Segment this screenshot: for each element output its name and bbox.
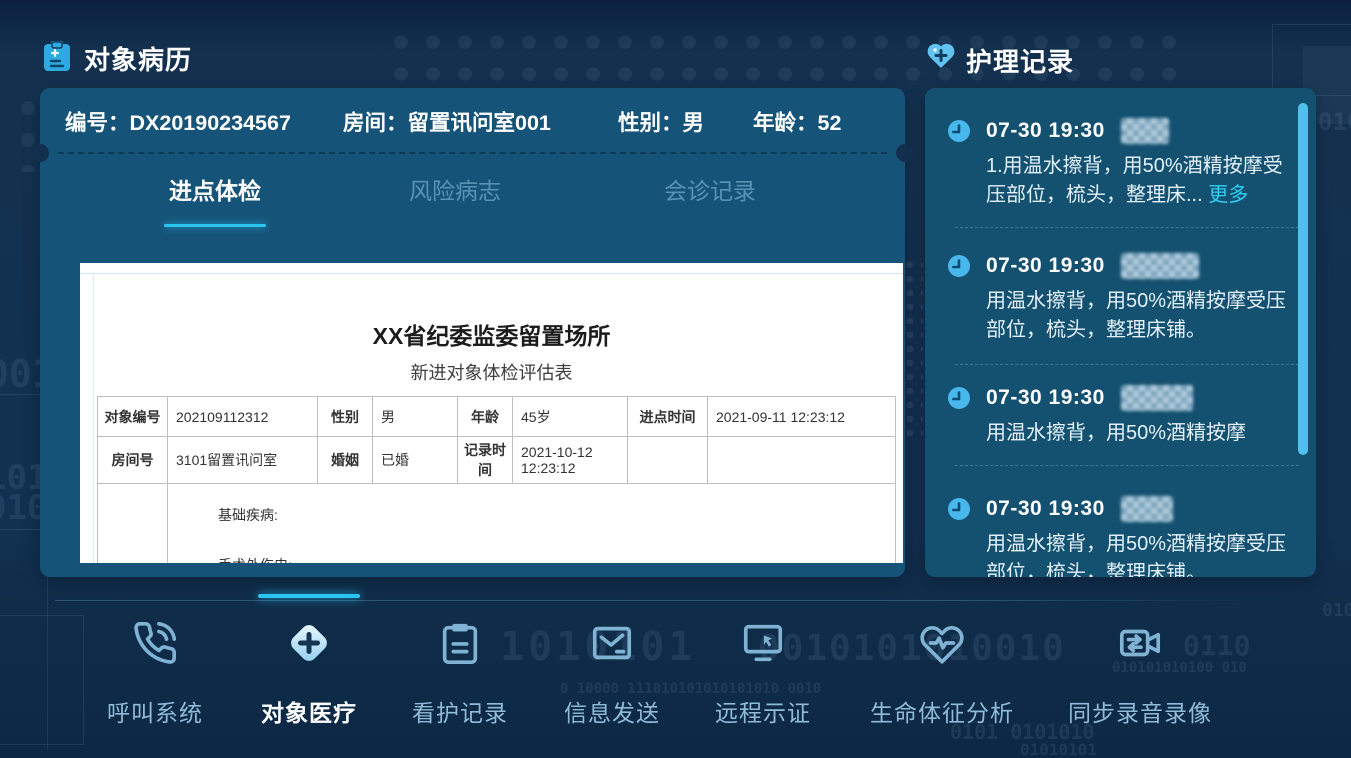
nav-item-sync-av-recording[interactable]: 同步录音录像 xyxy=(1025,614,1255,728)
masked-nurse-name xyxy=(1121,253,1199,279)
record-text: 1.用温水擦背，用50%酒精按摩受压部位，梳头，整理床... 更多 xyxy=(986,152,1296,209)
nursing-panel-title: 护理记录 xyxy=(966,42,1074,79)
active-nav-indicator xyxy=(258,594,360,598)
cell-value: 45岁 xyxy=(513,397,628,437)
cell-label: 记录时间 xyxy=(458,437,513,484)
masked-nurse-name xyxy=(1121,118,1169,144)
subject-room: 房间：留置讯问室001 xyxy=(343,106,551,137)
cell-value: 202109112312 xyxy=(168,397,318,437)
table-row: 基础疾病: 手术外伤史: xyxy=(98,484,896,564)
ticket-notch xyxy=(896,144,914,162)
cell-value: 2021-09-11 12:23:12 xyxy=(708,397,896,437)
cell-value xyxy=(708,437,896,484)
cell-value: 男 xyxy=(373,397,458,437)
ticket-notch xyxy=(31,144,49,162)
cell-label: 对象编号 xyxy=(98,397,168,437)
clock-icon xyxy=(947,497,971,521)
clock-icon xyxy=(947,386,971,410)
binary-digits: 01010101 xyxy=(1020,740,1097,758)
record-timestamp: 07-30 19:30 xyxy=(986,119,1105,143)
record-divider xyxy=(955,364,1299,365)
record-divider xyxy=(955,465,1299,466)
more-link[interactable]: 更多 xyxy=(1208,184,1248,206)
record-timestamp: 07-30 19:30 xyxy=(986,497,1105,521)
nursing-record: 07-30 19:30 1.用温水擦背，用50%酒精按摩受压部位，梳头，整理床.… xyxy=(947,118,1299,209)
clock-icon xyxy=(947,119,971,143)
nursing-record: 07-30 19:30 用温水擦背，用50%酒精按摩受压部位，梳头，整理床铺。 xyxy=(947,496,1299,577)
background-box xyxy=(1272,24,1351,96)
record-timestamp: 07-30 19:30 xyxy=(986,254,1105,278)
binary-digits: 0101 xyxy=(1322,600,1351,621)
nav-label: 生命体征分析 xyxy=(827,694,1057,728)
subject-gender: 性别：男 xyxy=(618,106,704,137)
table-row: 房间号 3101留置讯问室 婚姻 已婚 记录时间 2021-10-12 12:2… xyxy=(98,437,896,484)
record-text: 用温水擦背，用50%酒精按摩 xyxy=(986,419,1296,448)
background-dots xyxy=(903,258,923,438)
tab-consultation-records[interactable]: 会诊记录 xyxy=(620,172,800,206)
cell-label: 进点时间 xyxy=(628,397,708,437)
document-top-line xyxy=(80,273,903,274)
nav-label: 同步录音录像 xyxy=(1025,694,1255,728)
tab-entry-physical-exam[interactable]: 进点体检 xyxy=(125,172,305,206)
tab-risk-medical-log[interactable]: 风险病志 xyxy=(365,172,545,206)
nursing-record: 07-30 19:30 用温水擦背，用50%酒精按摩受压部位，梳头，整理床铺。 xyxy=(947,253,1299,344)
document-form-title: 新进对象体检评估表 xyxy=(80,359,903,385)
active-tab-underline xyxy=(164,224,266,227)
field-basic-diseases: 基础疾病: xyxy=(218,505,887,525)
cell-label: 年龄 xyxy=(458,397,513,437)
document-org-title: XX省纪委监委留置场所 xyxy=(80,317,903,351)
binary-digits: 010 xyxy=(1318,108,1351,136)
cell-value: 3101留置讯问室 xyxy=(168,437,318,484)
cell-label: 性别 xyxy=(318,397,373,437)
masked-nurse-name xyxy=(1121,385,1193,411)
record-divider xyxy=(955,227,1299,228)
cell-empty xyxy=(98,484,168,564)
nursing-heart-icon xyxy=(926,42,956,70)
table-row: 对象编号 202109112312 性别 男 年龄 45岁 进点时间 2021-… xyxy=(98,397,896,437)
nursing-record: 07-30 19:30 用温水擦背，用50%酒精按摩 xyxy=(947,385,1299,448)
nursing-records-panel: 07-30 19:30 1.用温水擦背，用50%酒精按摩受压部位，梳头，整理床.… xyxy=(925,88,1316,577)
cell-value: 已婚 xyxy=(373,437,458,484)
video-camera-icon xyxy=(1025,614,1255,672)
nav-item-vital-signs-analysis[interactable]: 生命体征分析 xyxy=(827,614,1057,728)
heart-pulse-icon xyxy=(827,614,1057,672)
clock-icon xyxy=(947,254,971,278)
subject-id: 编号：DX20190234567 xyxy=(65,106,291,137)
medical-record-icon xyxy=(42,40,72,72)
record-text: 用温水擦背，用50%酒精按摩受压部位，梳头，整理床铺。 xyxy=(986,530,1296,577)
scrollbar[interactable] xyxy=(1298,103,1308,455)
ticket-dashed-divider xyxy=(58,152,887,154)
cell-free-text: 基础疾病: 手术外伤史: xyxy=(168,484,896,564)
field-surgery-trauma-history: 手术外伤史: xyxy=(218,555,887,563)
record-timestamp: 07-30 19:30 xyxy=(986,386,1105,410)
masked-nurse-name xyxy=(1121,496,1173,522)
subject-age: 年龄：52 xyxy=(753,106,841,137)
cell-label: 房间号 xyxy=(98,437,168,484)
cell-value xyxy=(628,437,708,484)
cell-value: 2021-10-12 12:23:12 xyxy=(513,437,628,484)
exam-table: 对象编号 202109112312 性别 男 年龄 45岁 进点时间 2021-… xyxy=(97,396,896,563)
record-text: 用温水擦背，用50%酒精按摩受压部位，梳头，整理床铺。 xyxy=(986,287,1296,344)
nav-divider xyxy=(55,600,1260,601)
exam-document: XX省纪委监委留置场所 新进对象体检评估表 对象编号 202109112312 … xyxy=(80,263,903,563)
medical-panel-title: 对象病历 xyxy=(84,40,192,77)
app-screen: 0010 1010 0101 010 1010101 0010101010010… xyxy=(0,0,1351,758)
cell-label: 婚姻 xyxy=(318,437,373,484)
medical-record-panel: 编号：DX20190234567 房间：留置讯问室001 性别：男 年龄：52 … xyxy=(40,88,905,577)
